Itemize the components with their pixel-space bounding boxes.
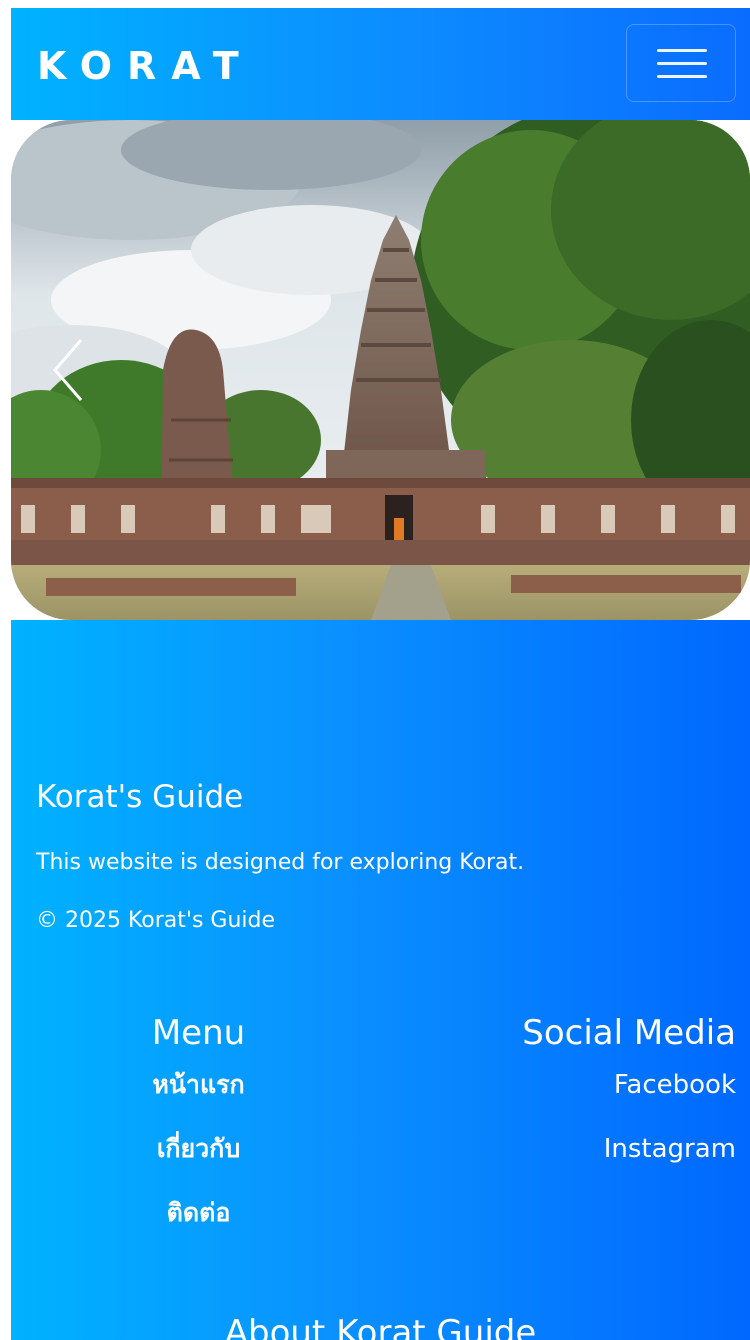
footer-description: This website is designed for exploring K… xyxy=(36,850,525,875)
brand-logo[interactable]: KORAT xyxy=(37,42,254,90)
social-heading: Social Media xyxy=(522,1013,736,1053)
page: KORAT Korat's Guide This website is desi… xyxy=(11,8,750,1340)
facebook-link[interactable]: Facebook xyxy=(522,1068,736,1102)
image-carousel xyxy=(11,120,750,620)
footer: Korat's Guide This website is designed f… xyxy=(11,620,750,1340)
menu-link-about[interactable]: เกี่ยวกับ xyxy=(11,1132,386,1166)
footer-social: Social Media Facebook Instagram xyxy=(522,1010,736,1166)
about-heading: About Korat Guide xyxy=(224,1313,537,1340)
chevron-left-icon xyxy=(53,339,83,401)
menu-link-home[interactable]: หน้าแรก xyxy=(11,1068,386,1102)
menu-toggle-button[interactable] xyxy=(626,24,736,102)
navbar: KORAT xyxy=(11,8,750,120)
prasat-hin-phimai-temple-photo xyxy=(11,120,750,620)
menu-link-contact[interactable]: ติดต่อ xyxy=(11,1196,386,1230)
footer-menu: Menu หน้าแรก เกี่ยวกับ ติดต่อ xyxy=(11,1010,386,1230)
carousel-prev-button[interactable] xyxy=(41,335,101,405)
footer-copyright: © 2025 Korat's Guide xyxy=(36,908,276,933)
instagram-link[interactable]: Instagram xyxy=(522,1132,736,1166)
footer-title: Korat's Guide xyxy=(36,779,244,815)
menu-heading: Menu xyxy=(151,1013,246,1053)
